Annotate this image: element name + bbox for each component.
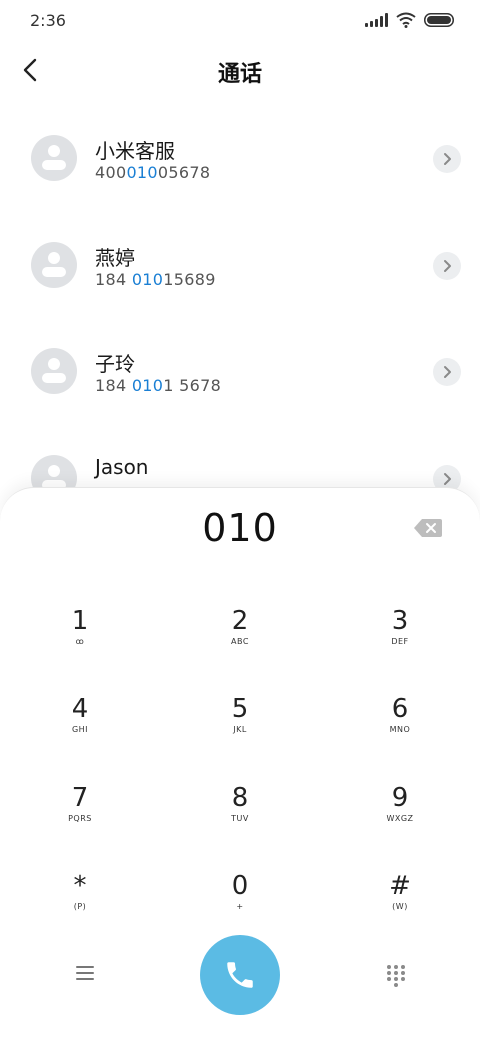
- key-letters: JKL: [233, 725, 247, 734]
- chevron-right-icon: [444, 153, 451, 165]
- dialpad-icon: [387, 965, 405, 987]
- chevron-right-icon: [444, 260, 451, 272]
- key-letters: MNO: [389, 725, 411, 734]
- key-digit: 3: [391, 606, 409, 636]
- key-digit: #: [389, 871, 411, 901]
- contact-name: 小米客服: [95, 139, 175, 163]
- key-letters: GHI: [71, 725, 89, 734]
- key-digit: 7: [71, 783, 89, 813]
- key-4[interactable]: 4 GHI: [30, 694, 130, 766]
- key-digit: 1: [71, 606, 89, 636]
- contact-number: 40001005678: [95, 163, 211, 182]
- menu-icon: [72, 966, 98, 980]
- avatar-icon: [31, 135, 77, 181]
- key-9[interactable]: 9 WXGZ: [350, 783, 450, 855]
- status-icons: [365, 12, 454, 28]
- key-letters: ABC: [231, 637, 249, 646]
- wifi-icon: [396, 12, 416, 28]
- key-digit: 0: [231, 871, 249, 901]
- chevron-right-icon: [444, 366, 451, 378]
- list-item[interactable]: 小米客服 40001005678: [0, 105, 480, 211]
- key-letters: WXGZ: [386, 814, 414, 823]
- dialpad-toggle-button[interactable]: [384, 964, 408, 988]
- header: 通话: [0, 44, 480, 100]
- avatar-icon: [31, 348, 77, 394]
- key-letters: (P): [73, 902, 87, 911]
- key-letters: PQRS: [68, 814, 92, 823]
- contact-number: 184 0101 5678: [95, 376, 222, 395]
- backspace-button[interactable]: [413, 518, 443, 538]
- backspace-icon: [414, 519, 442, 537]
- avatar-icon: [31, 242, 77, 288]
- key-digit: 9: [391, 783, 409, 813]
- key-2[interactable]: 2 ABC: [190, 606, 290, 678]
- status-bar: 2:36: [0, 0, 480, 44]
- chevron-right-icon: [444, 473, 451, 485]
- key-digit: 8: [231, 783, 249, 813]
- key-0[interactable]: 0 +: [190, 871, 290, 943]
- key-letters: (W): [392, 902, 408, 911]
- dialed-number-display: 010: [202, 506, 278, 550]
- voicemail-icon: ꝏ: [75, 637, 85, 646]
- contact-name: 子玲: [95, 352, 135, 376]
- key-letters: DEF: [391, 637, 409, 646]
- key-6[interactable]: 6 MNO: [350, 694, 450, 766]
- key-letters: +: [236, 902, 244, 911]
- key-hash[interactable]: # (W): [350, 871, 450, 943]
- call-button[interactable]: [200, 935, 280, 1015]
- contact-name: 燕婷: [95, 246, 135, 270]
- menu-button[interactable]: [72, 962, 98, 986]
- contact-name: Jason: [95, 455, 149, 479]
- key-8[interactable]: 8 TUV: [190, 783, 290, 855]
- contact-number: 184 01015689: [95, 270, 216, 289]
- list-item[interactable]: 子玲 184 0101 5678: [0, 318, 480, 424]
- key-digit: 6: [391, 694, 409, 724]
- phone-icon: [227, 962, 253, 988]
- key-star[interactable]: * (P): [30, 871, 130, 943]
- key-1[interactable]: 1 ꝏ: [30, 606, 130, 678]
- contact-detail-button[interactable]: [433, 252, 461, 280]
- contact-detail-button[interactable]: [433, 358, 461, 386]
- battery-icon: [424, 13, 454, 27]
- dialpad-panel: 010 1 ꝏ 2 ABC 3 DEF 4 GHI 5 JKL 6 MNO 7 …: [0, 487, 480, 1040]
- list-item[interactable]: 燕婷 184 01015689: [0, 212, 480, 318]
- key-digit: 5: [231, 694, 249, 724]
- page-title: 通话: [217, 62, 262, 87]
- key-digit: 2: [231, 606, 249, 636]
- key-7[interactable]: 7 PQRS: [30, 783, 130, 855]
- key-3[interactable]: 3 DEF: [350, 606, 450, 678]
- contact-detail-button[interactable]: [433, 145, 461, 173]
- key-letters: TUV: [231, 814, 249, 823]
- signal-icon: [365, 13, 388, 27]
- status-time: 2:36: [30, 11, 66, 30]
- key-5[interactable]: 5 JKL: [190, 694, 290, 766]
- key-digit: *: [73, 871, 87, 901]
- key-digit: 4: [71, 694, 89, 724]
